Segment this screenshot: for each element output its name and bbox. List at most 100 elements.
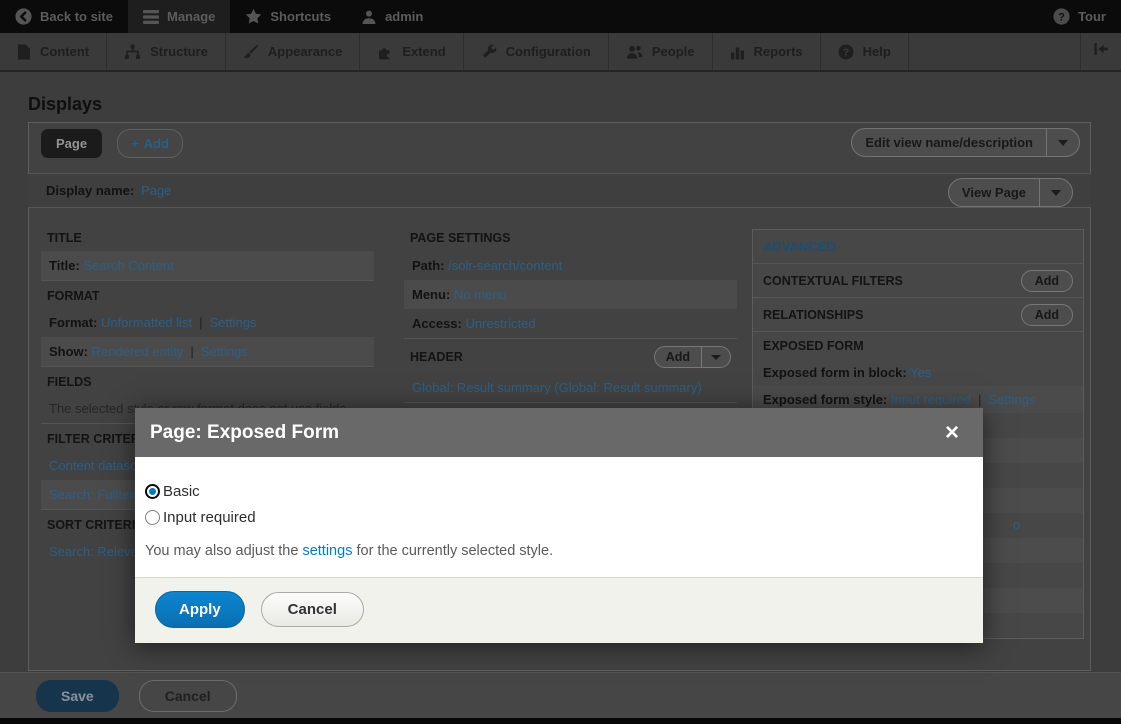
menu-item-label: Structure — [150, 44, 208, 59]
dialog-header: Page: Exposed Form × — [135, 408, 983, 457]
menu-item-label: Extend — [402, 44, 445, 59]
apply-button[interactable]: Apply — [155, 591, 245, 628]
help-icon: ? — [838, 44, 854, 60]
header-add-button[interactable]: Add — [654, 346, 731, 368]
dialog-cancel-button[interactable]: Cancel — [261, 592, 364, 627]
bottom-strip — [0, 718, 1121, 724]
exposed-form-style-value-link[interactable]: Input required — [891, 392, 971, 407]
menu-item-appearance[interactable]: Appearance — [226, 33, 360, 70]
tour-button[interactable]: ? Tour — [1038, 0, 1121, 33]
save-button[interactable]: Save — [36, 680, 119, 712]
format-value-link[interactable]: Unformatted list — [101, 315, 192, 330]
page-title: Displays — [28, 94, 102, 115]
show-settings-link[interactable]: Settings — [201, 344, 248, 359]
menu-item-configuration[interactable]: Configuration — [464, 33, 609, 70]
path-value-link[interactable]: /solr-search/content — [448, 258, 562, 273]
dropdown-caret[interactable] — [1039, 179, 1072, 206]
access-row[interactable]: Access: Unrestricted — [404, 309, 737, 338]
radio-selected-icon[interactable] — [145, 484, 160, 499]
exposed-form-block-row[interactable]: Exposed form in block: Yes — [753, 359, 1083, 386]
advanced-toggle[interactable]: ADVANCED — [753, 230, 1083, 263]
menu-value-link[interactable]: No menu — [454, 287, 507, 302]
chevron-down-icon — [1051, 190, 1061, 196]
show-row[interactable]: Show: Rendered entity|Settings — [41, 337, 374, 366]
dialog-body: Basic Input required You may also adjust… — [135, 457, 983, 577]
header-item-result-summary[interactable]: Global: Result summary (Global: Result s… — [404, 373, 737, 402]
header-add-label: Add — [655, 347, 701, 367]
menu-item-extend[interactable]: Extend — [360, 33, 463, 70]
dropdown-caret[interactable] — [701, 347, 730, 367]
menu-row[interactable]: Menu: No menu — [404, 280, 737, 309]
menu-item-structure[interactable]: Structure — [107, 33, 226, 70]
contextual-filters-add-button[interactable]: Add — [1021, 270, 1073, 292]
radio-option-basic[interactable]: Basic — [145, 483, 968, 500]
menu-label: Menu: — [412, 287, 450, 302]
tour-label: Tour — [1078, 9, 1106, 24]
partial-link-text[interactable]: o — [1013, 517, 1020, 532]
menu-item-people[interactable]: People — [609, 33, 713, 70]
manage-menu-button[interactable]: Manage — [128, 0, 230, 33]
section-fields: FIELDS — [41, 366, 374, 394]
add-display-button[interactable]: + Add — [117, 129, 183, 158]
title-label: Title: — [49, 258, 80, 273]
radio-option-input-required[interactable]: Input required — [145, 509, 968, 526]
chevron-down-icon — [711, 355, 721, 360]
format-settings-link[interactable]: Settings — [209, 315, 256, 330]
section-format: FORMAT — [41, 280, 374, 308]
view-page-label: View Page — [949, 179, 1039, 206]
dropdown-caret[interactable] — [1046, 129, 1079, 156]
title-row[interactable]: Title: Search Content — [41, 251, 374, 280]
user-icon — [361, 9, 377, 25]
show-value-link[interactable]: Rendered entity — [92, 344, 184, 359]
edit-view-name-button[interactable]: Edit view name/description — [851, 128, 1080, 157]
menu-item-reports[interactable]: Reports — [713, 33, 821, 70]
title-value-link[interactable]: Search Content — [83, 258, 173, 273]
toolbar-spacer — [438, 0, 1038, 33]
radio-input-required-label: Input required — [163, 509, 256, 526]
dialog-title: Page: Exposed Form — [150, 422, 339, 444]
admin-toolbar: Back to site Manage Shortcuts admin ? To — [0, 0, 1121, 33]
menu-item-label: People — [652, 44, 695, 59]
star-icon — [245, 8, 262, 25]
close-icon[interactable]: × — [936, 423, 968, 443]
relationships-add-button[interactable]: Add — [1021, 304, 1073, 326]
exposed-form-block-value-link[interactable]: Yes — [910, 365, 931, 380]
section-contextual-filters: CONTEXTUAL FILTERS Add — [753, 263, 1083, 297]
display-name-value-link[interactable]: Page — [141, 183, 171, 198]
shortcuts-menu-button[interactable]: Shortcuts — [230, 0, 346, 33]
edit-view-name-label: Edit view name/description — [852, 129, 1046, 156]
cancel-button[interactable]: Cancel — [139, 680, 237, 712]
exposed-form-style-settings-link[interactable]: Settings — [989, 392, 1036, 407]
menu-item-label: Reports — [754, 44, 803, 59]
toolbar-collapse-button[interactable] — [1080, 33, 1121, 70]
access-value-link[interactable]: Unrestricted — [466, 316, 536, 331]
section-header: HEADER Add — [404, 338, 737, 373]
question-circle-icon: ? — [1053, 8, 1070, 25]
menu-item-label: Configuration — [506, 44, 591, 59]
plus-icon: + — [131, 136, 139, 151]
path-label: Path: — [412, 258, 445, 273]
radio-unselected-icon[interactable] — [145, 510, 160, 525]
settings-link[interactable]: settings — [302, 543, 352, 559]
back-to-site-button[interactable]: Back to site — [0, 0, 128, 33]
menu-item-content[interactable]: Content — [0, 33, 107, 70]
access-label: Access: — [412, 316, 462, 331]
format-row[interactable]: Format: Unformatted list|Settings — [41, 308, 374, 337]
path-row[interactable]: Path: /solr-search/content — [404, 251, 737, 280]
menu-item-label: Content — [40, 44, 89, 59]
shortcuts-label: Shortcuts — [270, 9, 331, 24]
file-icon — [17, 44, 31, 60]
note-text: for the currently selected style. — [352, 543, 553, 559]
display-tabs: Page + Add — [41, 129, 183, 158]
separator: | — [199, 315, 202, 330]
column-page-settings: PAGE SETTINGS Path: /solr-search/content… — [404, 223, 737, 437]
note-text: You may also adjust the — [145, 543, 302, 559]
display-name-label: Display name: — [46, 183, 134, 198]
view-page-button[interactable]: View Page — [948, 178, 1073, 207]
section-relationships: RELATIONSHIPS Add — [753, 297, 1083, 331]
add-display-label: Add — [144, 136, 169, 151]
admin-user-button[interactable]: admin — [346, 0, 438, 33]
tab-page-display[interactable]: Page — [41, 129, 102, 158]
svg-text:?: ? — [1058, 11, 1065, 23]
menu-item-help[interactable]: ? Help — [821, 33, 909, 70]
